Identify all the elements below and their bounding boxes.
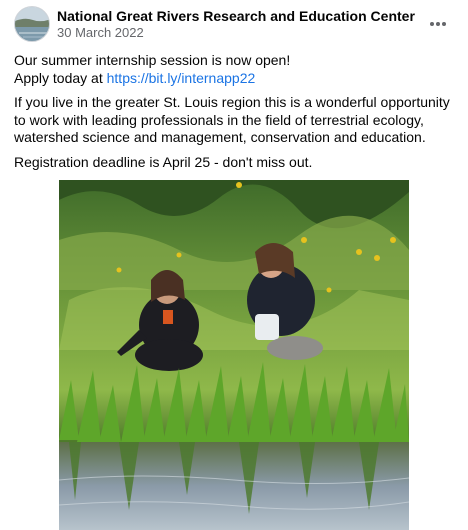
- internship-link[interactable]: https://bit.ly/internapp22: [107, 70, 256, 86]
- page-avatar[interactable]: [14, 6, 50, 42]
- page-name[interactable]: National Great Rivers Research and Educa…: [57, 8, 415, 24]
- post-paragraph-1: Our summer internship session is now ope…: [14, 52, 460, 87]
- more-horizontal-icon: [430, 22, 446, 26]
- post-paragraph-2: If you live in the greater St. Louis reg…: [14, 94, 450, 145]
- post-line-1: Our summer internship session is now ope…: [14, 52, 291, 68]
- more-options-button[interactable]: [424, 10, 452, 38]
- post-message: Our summer internship session is now ope…: [14, 52, 460, 178]
- post-date[interactable]: 30 March 2022: [57, 25, 144, 40]
- post-header: National Great Rivers Research and Educa…: [14, 4, 458, 44]
- post-photo[interactable]: [59, 180, 409, 530]
- apply-prefix: Apply today at: [14, 69, 107, 86]
- post-paragraph-3: Registration deadline is April 25 - don'…: [14, 153, 313, 170]
